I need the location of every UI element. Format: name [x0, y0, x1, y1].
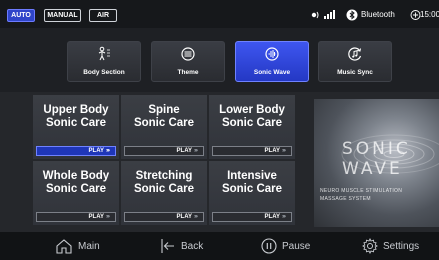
nav-back-button[interactable]: Back: [160, 238, 203, 254]
program-title: Intensive Sonic Care: [221, 170, 283, 195]
promo-subtitle-line2: MASSAGE SYSTEM: [320, 196, 371, 202]
nav-label: Settings: [383, 240, 420, 252]
body-icon: [68, 45, 140, 63]
play-button[interactable]: PLAY ›››: [124, 146, 204, 156]
tab-music-sync[interactable]: Music Sync: [318, 41, 392, 82]
chevron-right-icon: ›››: [194, 148, 198, 154]
program-title: Upper Body Sonic Care: [43, 104, 109, 129]
nav-label: Main: [78, 240, 100, 252]
play-button[interactable]: PLAY ›››: [212, 212, 292, 222]
back-icon: [160, 238, 176, 254]
program-card-lower-body[interactable]: Lower Body Sonic Care PLAY ›››: [209, 95, 295, 159]
tab-label: Music Sync: [337, 69, 373, 76]
status-bar: AUTO MANUAL AIR Bluetooth 15:00: [0, 0, 439, 28]
program-title: Spine Sonic Care: [133, 104, 195, 129]
tab-label: Theme: [177, 69, 199, 76]
promo-subtitle-line1: NEURO MUSCLE STIMULATION: [320, 188, 403, 194]
bottom-nav: Main Back Pause Settings: [0, 232, 439, 260]
bluetooth-icon: [346, 9, 358, 21]
play-button[interactable]: PLAY ›››: [36, 212, 116, 222]
pause-icon: [261, 238, 277, 254]
bluetooth-label: Bluetooth: [361, 10, 395, 19]
signal-icon: [311, 9, 341, 21]
gear-icon: [362, 238, 378, 254]
program-title: Stretching Sonic Care: [133, 170, 195, 195]
chevron-right-icon: ›››: [106, 214, 110, 220]
mode-air-button[interactable]: AIR: [89, 9, 117, 22]
program-card-intensive[interactable]: Intensive Sonic Care PLAY ›››: [209, 161, 295, 225]
program-title: Whole Body Sonic Care: [42, 170, 110, 195]
promo-title-line1: SONIC: [342, 139, 411, 159]
chevron-right-icon: ›››: [282, 148, 286, 154]
music-sync-icon: [319, 45, 391, 63]
program-card-spine[interactable]: Spine Sonic Care PLAY ›››: [121, 95, 207, 159]
play-button[interactable]: PLAY ›››: [212, 146, 292, 156]
tab-sonic-wave[interactable]: Sonic Wave: [235, 41, 309, 82]
nav-label: Back: [181, 240, 204, 252]
nav-main-button[interactable]: Main: [55, 238, 100, 254]
sonic-wave-icon: [236, 45, 308, 63]
play-button[interactable]: PLAY ›››: [124, 212, 204, 222]
program-card-stretching[interactable]: Stretching Sonic Care PLAY ›››: [121, 161, 207, 225]
time-display: 15:00: [420, 10, 439, 19]
program-card-whole-body[interactable]: Whole Body Sonic Care PLAY ›››: [33, 161, 119, 225]
chevron-right-icon: ›››: [194, 214, 198, 220]
program-title: Lower Body Sonic Care: [219, 104, 285, 129]
sonic-wave-promo-image: SONIC WAVE NEURO MUSCLE STIMULATION MASS…: [314, 99, 439, 227]
chevron-right-icon: ›››: [282, 214, 286, 220]
chevron-right-icon: ›››: [106, 148, 110, 154]
mode-manual-button[interactable]: MANUAL: [44, 9, 81, 22]
tab-body-section[interactable]: Body Section: [67, 41, 141, 82]
nav-label: Pause: [282, 240, 311, 252]
tab-theme[interactable]: Theme: [151, 41, 225, 82]
mode-auto-button[interactable]: AUTO: [7, 9, 35, 22]
nav-settings-button[interactable]: Settings: [362, 238, 419, 254]
home-icon: [55, 238, 73, 254]
theme-icon: [152, 45, 224, 63]
tab-label: Sonic Wave: [253, 69, 291, 76]
play-button[interactable]: PLAY ›››: [36, 146, 116, 156]
promo-title-line2: WAVE: [342, 159, 403, 179]
nav-pause-button[interactable]: Pause: [261, 238, 310, 254]
tab-label: Body Section: [83, 69, 125, 76]
program-card-upper-body[interactable]: Upper Body Sonic Care PLAY ›››: [33, 95, 119, 159]
